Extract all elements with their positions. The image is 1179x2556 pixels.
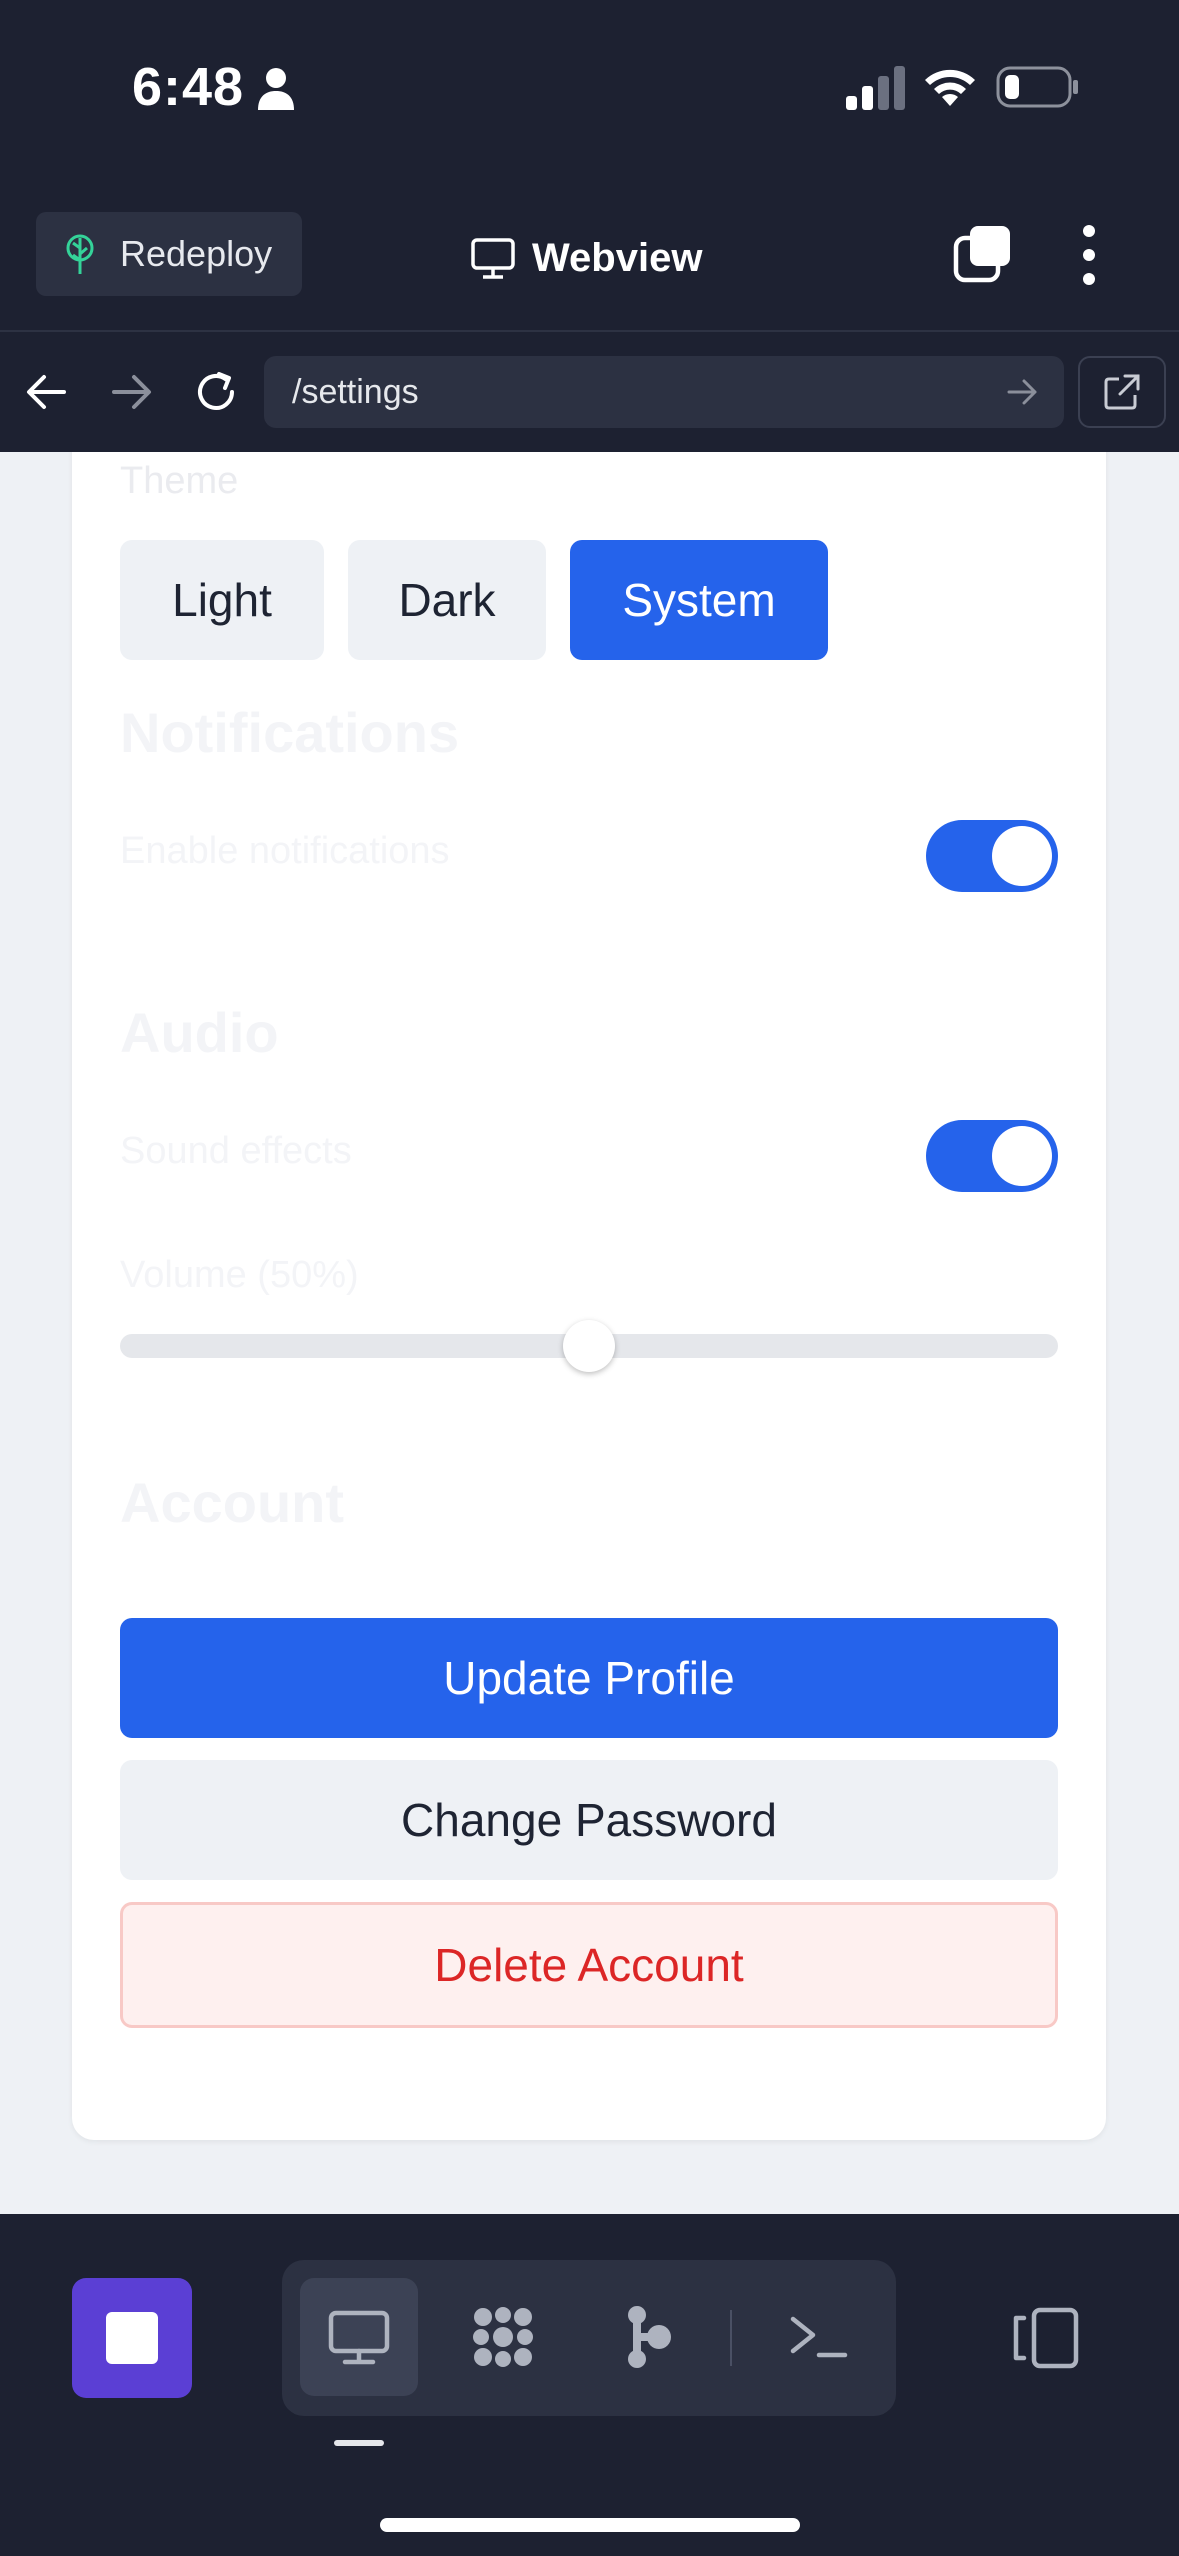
- theme-dark-button[interactable]: Dark: [348, 540, 546, 660]
- battery-icon: [996, 66, 1078, 108]
- wifi-icon: [925, 69, 975, 106]
- webview-content: Theme Light Dark System Notifications En…: [0, 452, 1179, 2214]
- person-icon: [258, 68, 294, 110]
- toggle-knob: [992, 826, 1052, 886]
- monitor-icon: [328, 2310, 390, 2365]
- account-heading: Account: [120, 1471, 344, 1534]
- url-bar-row: /settings: [0, 330, 1179, 452]
- tabs-icon[interactable]: [952, 224, 1012, 284]
- redeploy-button[interactable]: Redeploy: [36, 212, 302, 296]
- home-indicator: [380, 2518, 800, 2532]
- forward-arrow-icon[interactable]: [110, 372, 154, 412]
- dock-branch-button[interactable]: [588, 2278, 706, 2396]
- audio-heading: Audio: [120, 1001, 279, 1064]
- sound-effects-toggle[interactable]: [926, 1120, 1058, 1192]
- grid-dots-icon: [473, 2307, 533, 2367]
- branch-icon: [628, 2306, 671, 2368]
- url-input[interactable]: /settings: [264, 356, 1064, 428]
- volume-slider-thumb[interactable]: [563, 1320, 615, 1372]
- dock-modules-button[interactable]: [444, 2278, 562, 2396]
- notifications-heading: Notifications: [120, 701, 460, 764]
- settings-card: Theme Light Dark System Notifications En…: [72, 452, 1106, 2140]
- devices-icon[interactable]: [1010, 2306, 1082, 2370]
- page-title-label: Webview: [532, 235, 703, 280]
- go-arrow-icon[interactable]: [1006, 377, 1040, 407]
- theme-selector: Light Dark System: [120, 540, 828, 660]
- bottom-toolbar: [0, 2214, 1179, 2556]
- terminal-icon: [790, 2316, 848, 2358]
- monitor-icon: [471, 238, 515, 279]
- sound-effects-label: Sound effects: [120, 1130, 352, 1172]
- more-options-icon[interactable]: [1074, 224, 1104, 286]
- toggle-knob: [992, 1126, 1052, 1186]
- theme-label: Theme: [120, 460, 239, 502]
- reload-icon[interactable]: [192, 368, 240, 416]
- theme-system-button[interactable]: System: [570, 540, 828, 660]
- dock-divider: [730, 2310, 732, 2366]
- status-time: 6:48: [132, 57, 245, 117]
- enable-notifications-toggle[interactable]: [926, 820, 1058, 892]
- page-title: Webview: [470, 230, 702, 286]
- redeploy-label: Redeploy: [120, 233, 273, 274]
- change-password-button[interactable]: Change Password: [120, 1760, 1058, 1880]
- view-switcher: [282, 2260, 896, 2416]
- app-header: Redeploy Webview: [0, 180, 1179, 330]
- external-link-icon: [1104, 374, 1140, 410]
- dock-terminal-button[interactable]: [760, 2278, 878, 2396]
- back-arrow-icon[interactable]: [24, 372, 68, 412]
- status-bar: 6:48: [0, 0, 1179, 180]
- stop-icon: [106, 2312, 158, 2364]
- delete-account-button[interactable]: Delete Account: [120, 1902, 1058, 2028]
- cellular-signal-icon: [846, 66, 905, 110]
- theme-light-button[interactable]: Light: [120, 540, 324, 660]
- open-external-button[interactable]: [1078, 356, 1166, 428]
- update-profile-button[interactable]: Update Profile: [120, 1618, 1058, 1738]
- dock-webview-button[interactable]: [300, 2278, 418, 2396]
- url-text: /settings: [292, 372, 419, 411]
- active-tab-indicator: [334, 2440, 384, 2446]
- enable-notifications-label: Enable notifications: [120, 830, 450, 872]
- stop-button[interactable]: [72, 2278, 192, 2398]
- volume-label: Volume (50%): [120, 1254, 359, 1296]
- tree-icon: [66, 234, 94, 274]
